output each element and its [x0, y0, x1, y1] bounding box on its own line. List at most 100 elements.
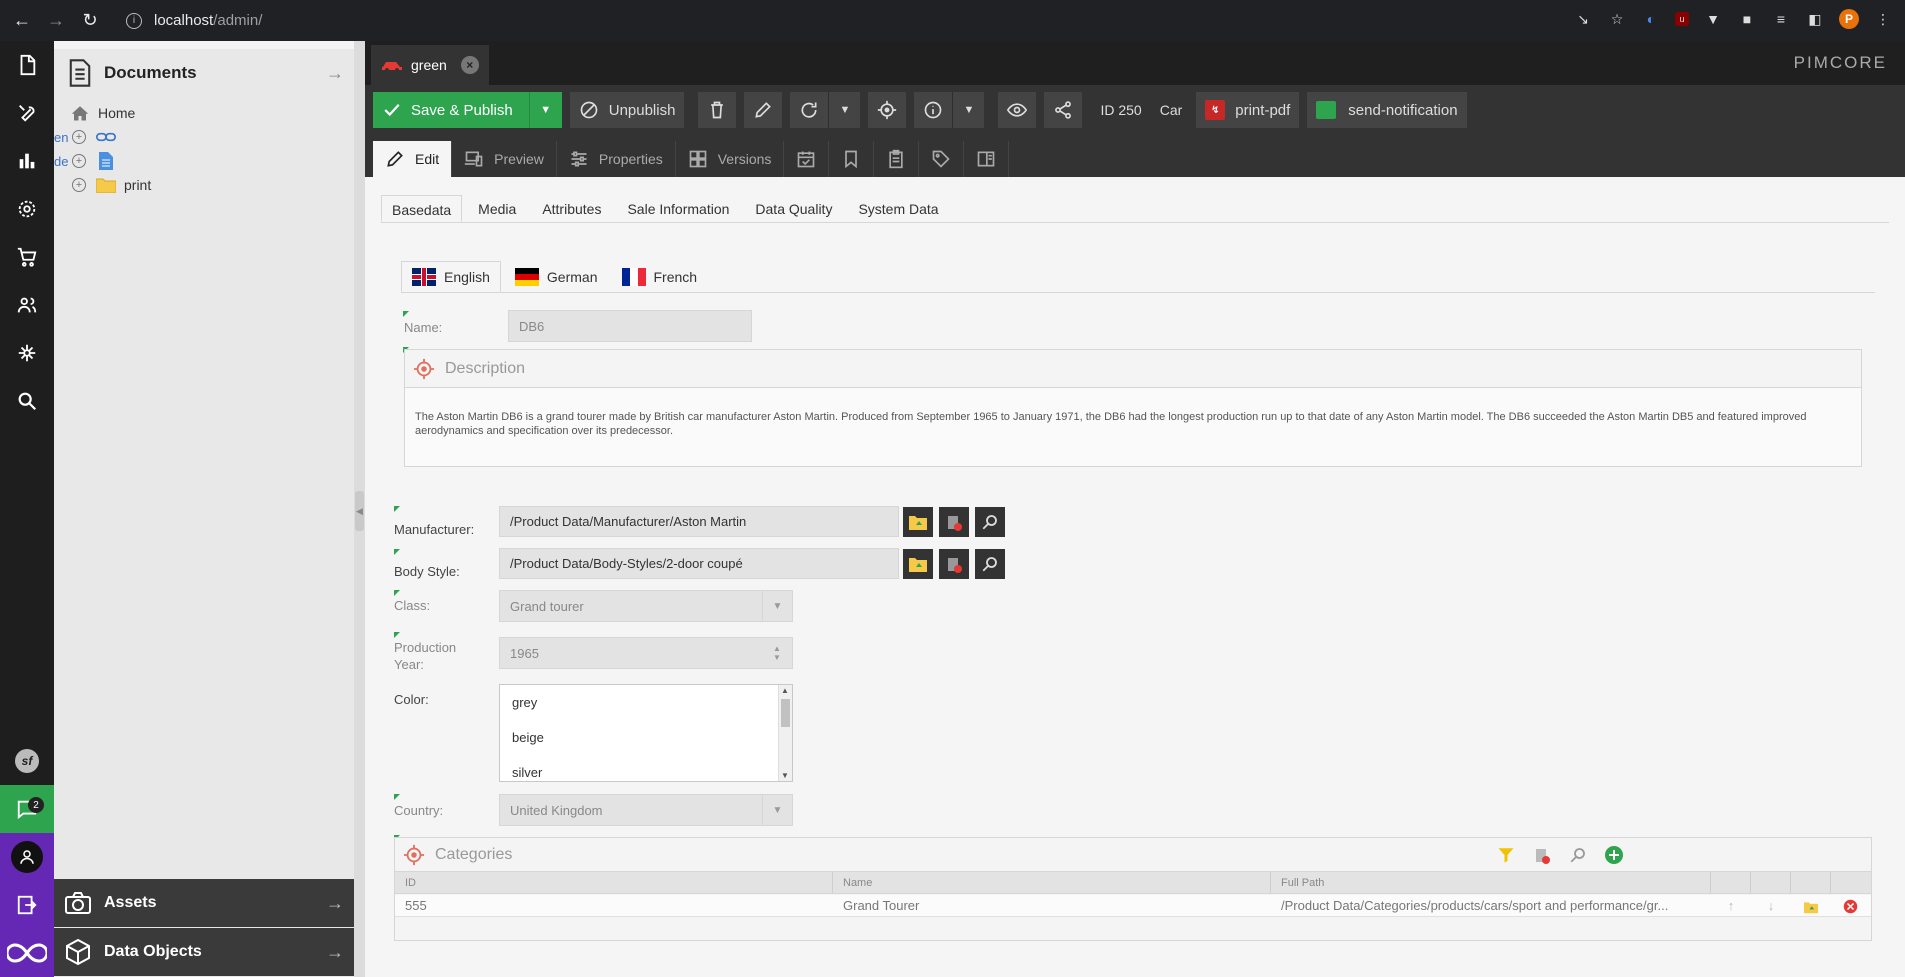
column-header-id[interactable]: ID: [395, 872, 833, 893]
spinner-icon[interactable]: ▲ ▼: [762, 638, 792, 668]
info-options-dropdown[interactable]: ▼: [952, 92, 985, 128]
preview-button[interactable]: [998, 92, 1037, 128]
share-icon[interactable]: ↘: [1573, 9, 1593, 29]
data-objects-panel-header[interactable]: Data Objects →: [54, 928, 354, 976]
datahub-icon[interactable]: [0, 329, 54, 377]
body-style-field[interactable]: /Product Data/Body-Styles/2-door coupé: [499, 548, 899, 579]
clear-all-icon[interactable]: [1529, 842, 1555, 868]
star-icon[interactable]: ☆: [1607, 9, 1627, 29]
send-notification-button[interactable]: send-notification: [1307, 92, 1467, 128]
tab-english[interactable]: English: [401, 261, 501, 292]
tab-attributes[interactable]: Attributes: [532, 195, 611, 222]
expand-icon[interactable]: +: [72, 130, 86, 144]
description-text[interactable]: The Aston Martin DB6 is a grand tourer m…: [405, 388, 1861, 460]
column-header-full-path[interactable]: Full Path: [1271, 872, 1711, 893]
open-body-style-button[interactable]: [903, 549, 933, 579]
unpublish-button[interactable]: Unpublish: [569, 92, 685, 128]
move-up-icon[interactable]: ↑: [1711, 895, 1751, 916]
listbox-scrollbar[interactable]: ▲ ▼: [778, 685, 792, 781]
ecommerce-cart-icon[interactable]: [0, 233, 54, 281]
search-icon[interactable]: [1565, 842, 1591, 868]
tab-tags[interactable]: [919, 141, 965, 177]
tab-basedata[interactable]: Basedata: [381, 195, 463, 222]
filter-icon[interactable]: [1493, 842, 1519, 868]
search-icon[interactable]: [0, 377, 54, 425]
color-multiselect[interactable]: grey beige silver ▲ ▼: [499, 684, 793, 782]
color-option[interactable]: beige: [500, 720, 792, 755]
table-row[interactable]: 555 Grand Tourer /Product Data/Categorie…: [395, 895, 1871, 917]
rename-button[interactable]: [744, 92, 783, 128]
tab-edit[interactable]: Edit: [373, 141, 453, 177]
info-button[interactable]: [914, 92, 953, 128]
search-manufacturer-button[interactable]: [975, 507, 1005, 537]
reload-button[interactable]: [790, 92, 829, 128]
chevron-down-icon[interactable]: ▼: [762, 591, 792, 621]
user-profile-button[interactable]: [0, 833, 54, 881]
name-field[interactable]: DB6: [508, 310, 752, 342]
chevron-down-icon[interactable]: ▼: [762, 795, 792, 825]
documents-icon[interactable]: [0, 41, 54, 89]
back-icon[interactable]: ←: [10, 9, 34, 33]
tab-data-quality[interactable]: Data Quality: [745, 195, 842, 222]
tree-item-home[interactable]: Home: [54, 101, 354, 125]
clear-manufacturer-button[interactable]: [939, 507, 969, 537]
open-folder-icon[interactable]: [1791, 895, 1831, 916]
reload-options-dropdown[interactable]: ▼: [828, 92, 861, 128]
save-publish-button[interactable]: Save & Publish: [373, 92, 530, 128]
tree-item-de[interactable]: + de: [54, 149, 354, 173]
reports-icon[interactable]: [0, 137, 54, 185]
ublock-icon[interactable]: u: [1675, 12, 1689, 26]
close-icon[interactable]: ×: [460, 56, 479, 74]
pimcore-logo-icon[interactable]: [0, 929, 54, 977]
country-select[interactable]: United Kingdom ▼: [499, 794, 793, 826]
tab-versions[interactable]: Versions: [676, 141, 785, 177]
vue-icon[interactable]: ▼: [1703, 9, 1723, 29]
column-header-name[interactable]: Name: [833, 872, 1271, 893]
menu-icon[interactable]: ⋮: [1873, 9, 1893, 29]
scroll-down-icon[interactable]: ▼: [781, 771, 789, 780]
tab-media[interactable]: Media: [468, 195, 526, 222]
tab-schedule[interactable]: [784, 141, 830, 177]
tree-item-en[interactable]: + en: [54, 125, 354, 149]
tab-system-data[interactable]: System Data: [848, 195, 948, 222]
site-info-icon[interactable]: i: [126, 12, 142, 29]
color-option[interactable]: silver: [500, 755, 792, 790]
expand-icon[interactable]: +: [72, 178, 86, 192]
collapse-arrow-icon[interactable]: →: [326, 63, 344, 84]
settings-icon[interactable]: [0, 185, 54, 233]
search-body-style-button[interactable]: [975, 549, 1005, 579]
notifications-button[interactable]: 2: [0, 785, 54, 833]
clear-body-style-button[interactable]: [939, 549, 969, 579]
production-year-field[interactable]: 1965 ▲ ▼: [499, 637, 793, 669]
users-icon[interactable]: [0, 281, 54, 329]
logout-button[interactable]: [0, 881, 54, 929]
tab-preview[interactable]: Preview: [452, 141, 557, 177]
tab-sale-information[interactable]: Sale Information: [617, 195, 739, 222]
tab-workflow[interactable]: [964, 141, 1010, 177]
manufacturer-field[interactable]: /Product Data/Manufacturer/Aston Martin: [499, 506, 899, 537]
expand-icon[interactable]: +: [72, 154, 86, 168]
tab-dependencies[interactable]: [829, 141, 875, 177]
class-select[interactable]: Grand tourer ▼: [499, 590, 793, 622]
reload-icon[interactable]: ↻: [78, 9, 102, 33]
assets-panel-header[interactable]: Assets →: [54, 879, 354, 927]
puzzle-icon[interactable]: ■: [1737, 9, 1757, 29]
delete-button[interactable]: [698, 92, 737, 128]
save-options-dropdown[interactable]: ▼: [530, 104, 562, 116]
print-pdf-button[interactable]: ↯ print-pdf: [1196, 92, 1300, 128]
media-icon[interactable]: ≡: [1771, 9, 1791, 29]
color-option[interactable]: grey: [500, 685, 792, 720]
tools-icon[interactable]: [0, 89, 54, 137]
splitter[interactable]: ◀: [354, 41, 365, 977]
address-bar[interactable]: i localhost/admin/: [126, 12, 262, 29]
forward-icon[interactable]: →: [44, 9, 68, 33]
open-manufacturer-button[interactable]: [903, 507, 933, 537]
remove-icon[interactable]: [1831, 895, 1871, 916]
locate-in-tree-button[interactable]: [868, 92, 907, 128]
collapse-handle-icon[interactable]: ◀: [355, 491, 364, 531]
scrollbar-thumb[interactable]: [781, 699, 790, 727]
sidepanel-icon[interactable]: ◧: [1805, 9, 1825, 29]
profile-avatar[interactable]: P: [1839, 9, 1859, 29]
tab-french[interactable]: French: [612, 261, 708, 292]
scroll-up-icon[interactable]: ▲: [781, 686, 789, 695]
